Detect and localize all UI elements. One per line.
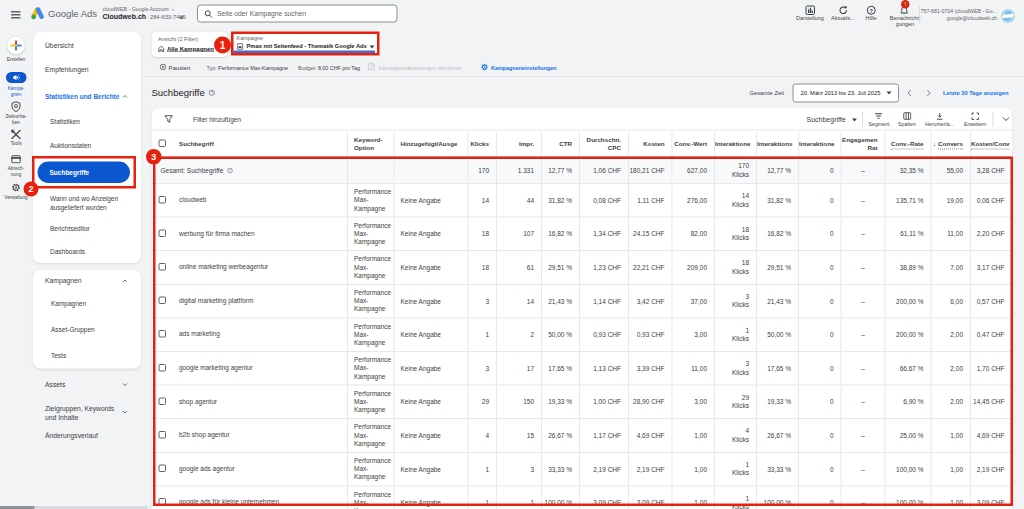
svg-text:?: ? (870, 8, 874, 14)
